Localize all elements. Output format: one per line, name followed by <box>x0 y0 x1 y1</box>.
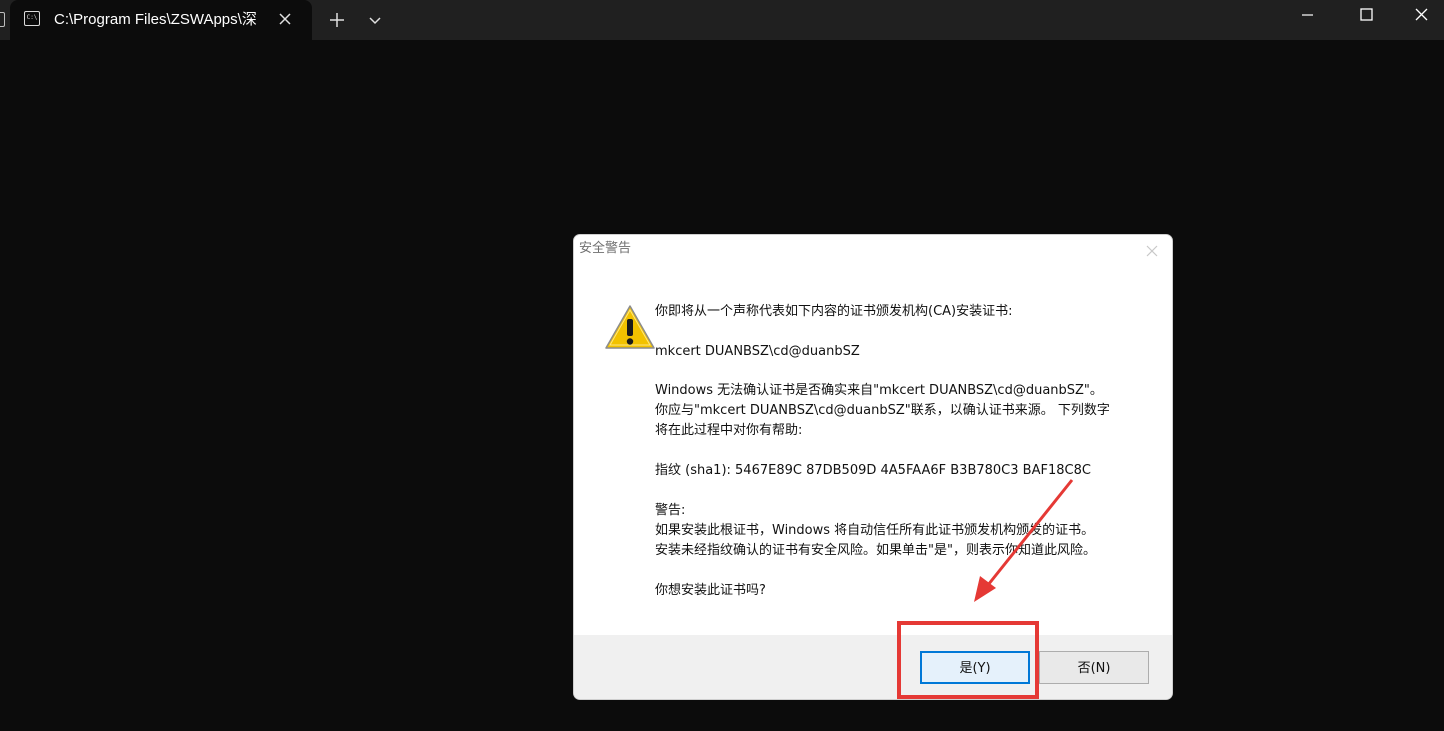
dialog-button-bar: 是(Y) 否(N) <box>574 635 1172 699</box>
message-verify-line-1: Windows 无法确认证书是否确实来自"mkcert DUANBSZ\cd@d… <box>655 383 1103 398</box>
tab-title: C:\Program Files\ZSWApps\深 <box>54 11 257 28</box>
message-warning-label: 警告: <box>655 503 686 518</box>
minimize-icon[interactable] <box>1284 0 1330 32</box>
chevron-down-icon[interactable] <box>364 9 386 31</box>
message-question: 你想安装此证书吗? <box>655 583 766 598</box>
plus-icon[interactable] <box>326 9 348 31</box>
tab-terminal[interactable]: C:\ C:\Program Files\ZSWApps\深 <box>10 0 312 40</box>
tab-close-icon[interactable] <box>276 10 294 28</box>
annotation-highlight-box <box>897 621 1039 699</box>
dialog-close-icon[interactable] <box>1144 243 1160 259</box>
close-icon[interactable] <box>1398 0 1444 32</box>
message-verify-line-2: 你应与"mkcert DUANBSZ\cd@duanbSZ"联系，以确认证书来源… <box>655 403 1110 418</box>
terminal-titlebar: C:\ C:\Program Files\ZSWApps\深 <box>0 0 1444 40</box>
annotation-arrow <box>974 479 1074 602</box>
message-issuer: mkcert DUANBSZ\cd@duanbSZ <box>655 344 860 359</box>
terminal-icon: C:\ <box>24 11 40 26</box>
dialog-title: 安全警告 <box>579 241 632 256</box>
message-intro: 你即将从一个声称代表如下内容的证书颁发机构(CA)安装证书: <box>655 304 1013 319</box>
security-warning-dialog: 安全警告 你即将从一个声称代表如下内容的证书颁发机构(CA)安装证书: mkce… <box>573 234 1173 700</box>
maximize-icon[interactable] <box>1343 0 1389 32</box>
no-button[interactable]: 否(N) <box>1039 651 1149 684</box>
message-verify-line-3: 将在此过程中对你有帮助: <box>655 423 803 438</box>
dialog-titlebar: 安全警告 <box>574 235 1172 265</box>
warning-icon <box>605 305 655 349</box>
previous-tab-edge[interactable] <box>0 12 5 27</box>
